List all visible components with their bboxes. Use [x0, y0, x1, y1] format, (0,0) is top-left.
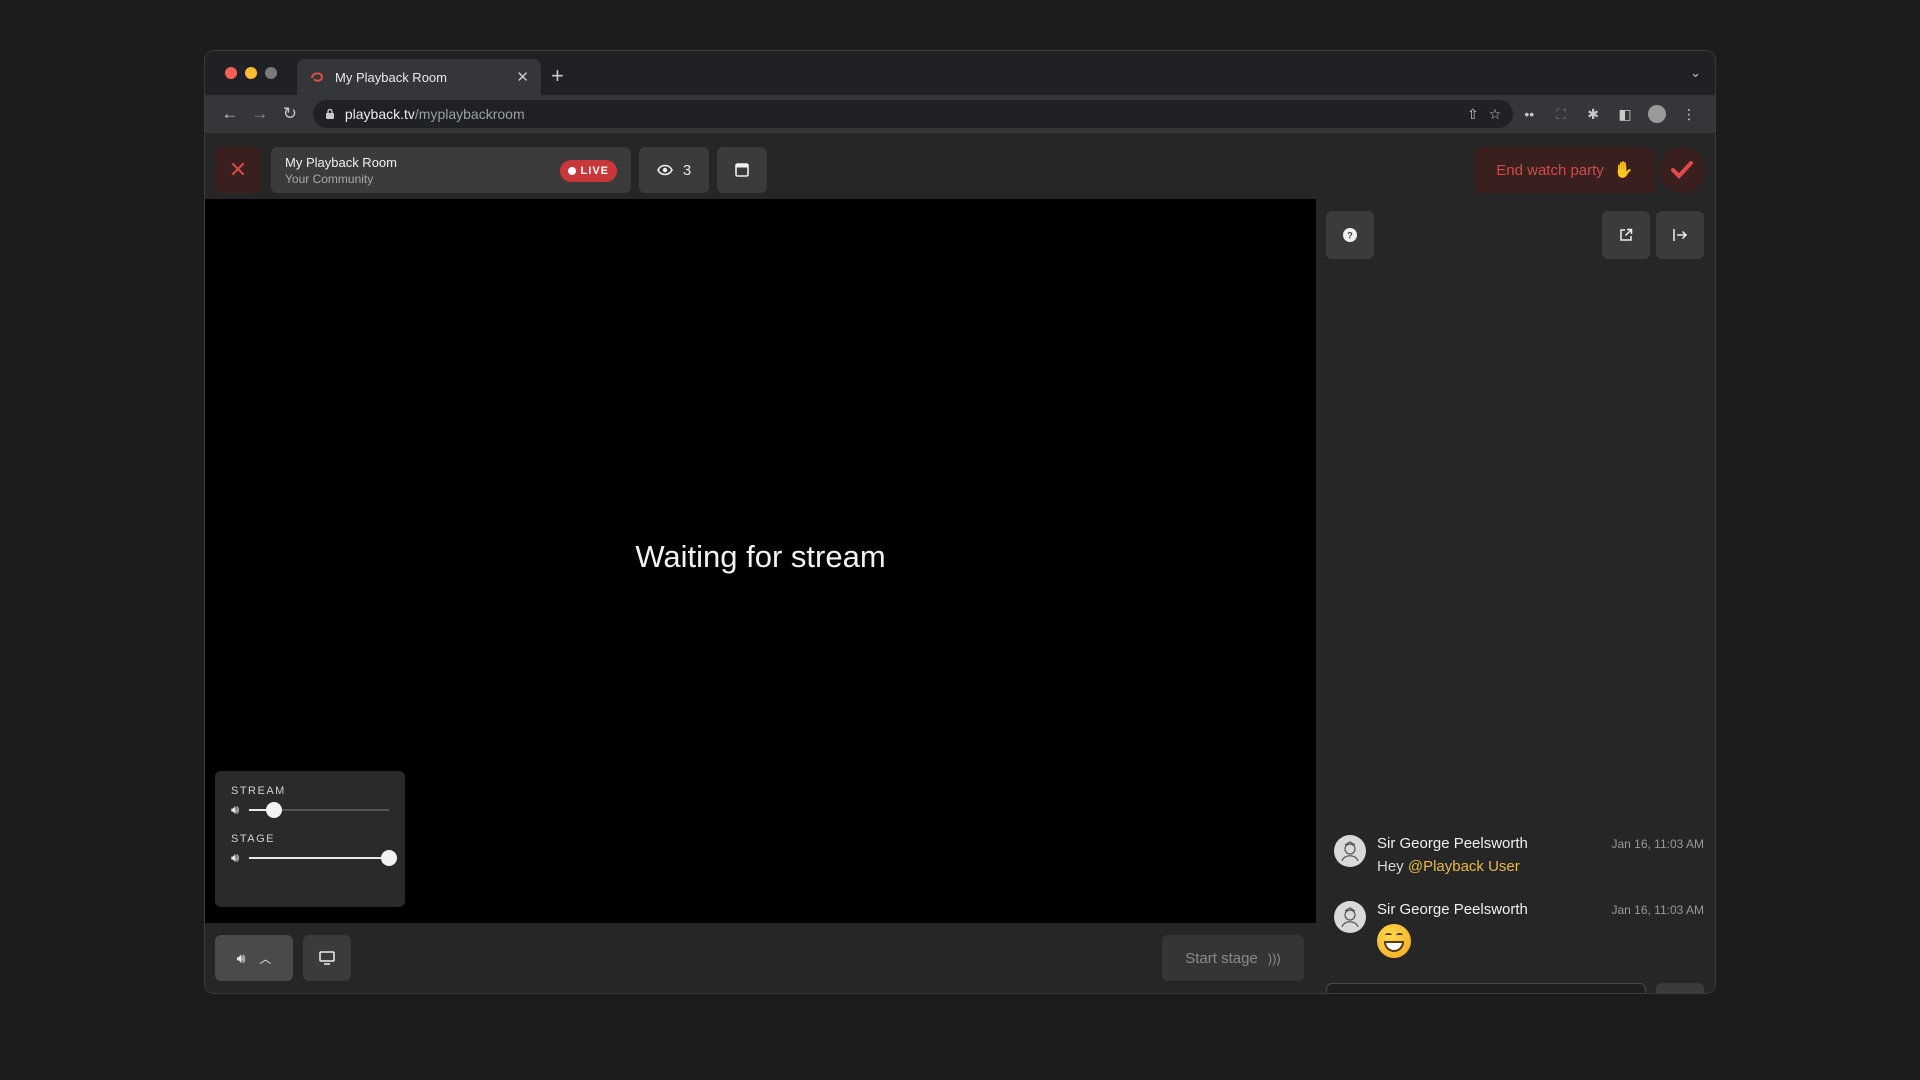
zoom-window-button[interactable] — [265, 67, 277, 79]
stage-controls-bar: 🔊︎ ︿ Start stage ))) — [205, 923, 1316, 993]
bookmark-star-icon[interactable]: ☆ — [1489, 106, 1502, 123]
live-label: LIVE — [580, 165, 609, 177]
waving-hand-icon: ✋ — [1613, 162, 1634, 179]
stage-volume-knob[interactable] — [381, 850, 397, 866]
start-stage-button[interactable]: Start stage ))) — [1162, 935, 1304, 981]
speaker-icon[interactable]: 🔊︎ — [231, 850, 239, 866]
collapse-right-icon — [1673, 229, 1688, 241]
message-author[interactable]: Sir George Peelsworth — [1377, 901, 1528, 918]
message-timestamp: Jan 16, 11:03 AM — [1611, 903, 1704, 917]
viewer-count: 3 — [682, 161, 692, 179]
pin-message-button[interactable] — [1656, 983, 1704, 993]
user-avatar-button[interactable] — [1659, 147, 1705, 193]
waiting-for-stream-text: Waiting for stream — [635, 539, 886, 574]
layout-toggle-button[interactable] — [717, 147, 767, 193]
minimize-window-button[interactable] — [245, 67, 257, 79]
stage-volume-label: STAGE — [231, 833, 275, 845]
screen-share-button[interactable] — [303, 935, 351, 981]
extensions-puzzle-icon[interactable]: ✱ — [1577, 100, 1609, 128]
live-dot-icon — [567, 167, 576, 175]
grinning-face-emoji-icon — [1377, 924, 1411, 958]
stream-volume-knob[interactable] — [266, 802, 283, 818]
new-tab-icon[interactable]: + — [551, 63, 564, 89]
chat-tab-button[interactable]: ? — [1326, 211, 1374, 259]
forward-arrow-icon[interactable]: → — [245, 100, 275, 128]
message-emoji-wrapper — [1377, 924, 1411, 958]
extension-frame-icon[interactable]: ⛶ — [1545, 100, 1577, 128]
tab-strip: My Playback Room ✕ + ⌄ — [205, 51, 1715, 95]
close-room-button[interactable]: ✕ — [215, 147, 261, 193]
svg-text:?: ? — [1347, 231, 1353, 241]
close-icon: ✕ — [228, 157, 248, 182]
chat-message: Sir George Peelsworth Jan 16, 11:03 AM H… — [1334, 835, 1704, 875]
speaker-icon[interactable]: 🔊︎ — [231, 802, 239, 818]
eye-icon — [656, 164, 673, 176]
audio-settings-button[interactable]: 🔊︎ ︿ — [215, 935, 293, 981]
live-badge: LIVE — [559, 160, 617, 182]
tab-close-icon[interactable]: ✕ — [516, 68, 529, 86]
external-link-icon — [1620, 228, 1633, 241]
reload-icon[interactable]: ↻ — [275, 100, 305, 128]
window-layout-icon — [735, 163, 749, 177]
tab-title: My Playback Room — [335, 69, 447, 85]
volume-panel: STREAM 🔊︎ STAGE 🔊︎ — [215, 771, 405, 907]
video-stage: Waiting for stream STREAM 🔊︎ STAGE 🔊︎ — [205, 199, 1316, 923]
sketch-portrait-icon — [1341, 907, 1359, 928]
stream-volume-label: STREAM — [231, 785, 286, 797]
author-avatar[interactable] — [1334, 835, 1366, 867]
side-panel-icon[interactable]: ◧ — [1609, 100, 1641, 128]
broadcast-icon: ))) — [1267, 950, 1281, 966]
message-timestamp: Jan 16, 11:03 AM — [1611, 837, 1704, 851]
message-author[interactable]: Sir George Peelsworth — [1377, 835, 1528, 852]
browser-menu-icon[interactable]: ⋮ — [1673, 100, 1705, 128]
share-icon[interactable]: ⇧ — [1467, 106, 1479, 123]
room-header: ✕ My Playback Room Your Community LIVE 3… — [205, 133, 1715, 199]
chat-panel: ? Sir George Peelsworth Jan 16, 11:03 AM… — [1316, 199, 1715, 993]
playback-logo-icon — [1671, 161, 1693, 179]
speaker-icon: 🔊︎ — [236, 949, 246, 966]
tab-search-chevron-icon[interactable]: ⌄ — [1690, 65, 1701, 81]
popout-chat-button[interactable] — [1602, 211, 1650, 259]
browser-window: My Playback Room ✕ + ⌄ ← → ↻ playback.tv… — [204, 50, 1716, 994]
stream-volume-slider[interactable] — [249, 802, 389, 818]
message-composer: ≡ ☺ → — [1326, 983, 1646, 993]
start-stage-label: Start stage — [1185, 949, 1258, 967]
chat-bubble-icon: ? — [1343, 228, 1357, 242]
close-window-button[interactable] — [225, 67, 237, 79]
address-bar[interactable]: playback.tv/myplaybackroom ⇧ ☆ — [312, 100, 1514, 128]
stream-volume-row: 🔊︎ — [231, 797, 389, 823]
viewer-count-button[interactable]: 3 — [639, 147, 709, 193]
url-text: playback.tv/myplaybackroom — [344, 106, 525, 122]
end-watch-party-button[interactable]: End watch party ✋ — [1475, 147, 1655, 193]
user-mention[interactable]: @Playback User — [1408, 858, 1520, 875]
sketch-portrait-icon — [1341, 841, 1359, 862]
monitor-icon — [319, 951, 335, 965]
window-controls — [225, 67, 277, 79]
chat-message: Sir George Peelsworth Jan 16, 11:03 AM — [1334, 901, 1704, 958]
collapse-chat-button[interactable] — [1656, 211, 1704, 259]
chevron-up-icon: ︿ — [259, 951, 272, 966]
browser-tab[interactable]: My Playback Room ✕ — [297, 59, 541, 95]
playback-favicon-icon — [311, 72, 324, 82]
room-info-card[interactable]: My Playback Room Your Community LIVE — [271, 147, 631, 193]
author-avatar[interactable] — [1334, 901, 1366, 933]
stage-volume-row: 🔊︎ — [231, 845, 397, 871]
lock-icon — [325, 108, 334, 119]
end-watch-party-label: End watch party — [1496, 161, 1604, 179]
stage-volume-slider[interactable] — [249, 850, 397, 866]
back-arrow-icon[interactable]: ← — [215, 100, 245, 128]
browser-toolbar: ← → ↻ playback.tv/myplaybackroom ⇧ ☆ •• … — [205, 95, 1715, 133]
extension-dots-icon[interactable]: •• — [1513, 100, 1545, 128]
profile-avatar-icon[interactable] — [1641, 100, 1673, 128]
message-text: Hey @Playback User — [1377, 858, 1520, 875]
